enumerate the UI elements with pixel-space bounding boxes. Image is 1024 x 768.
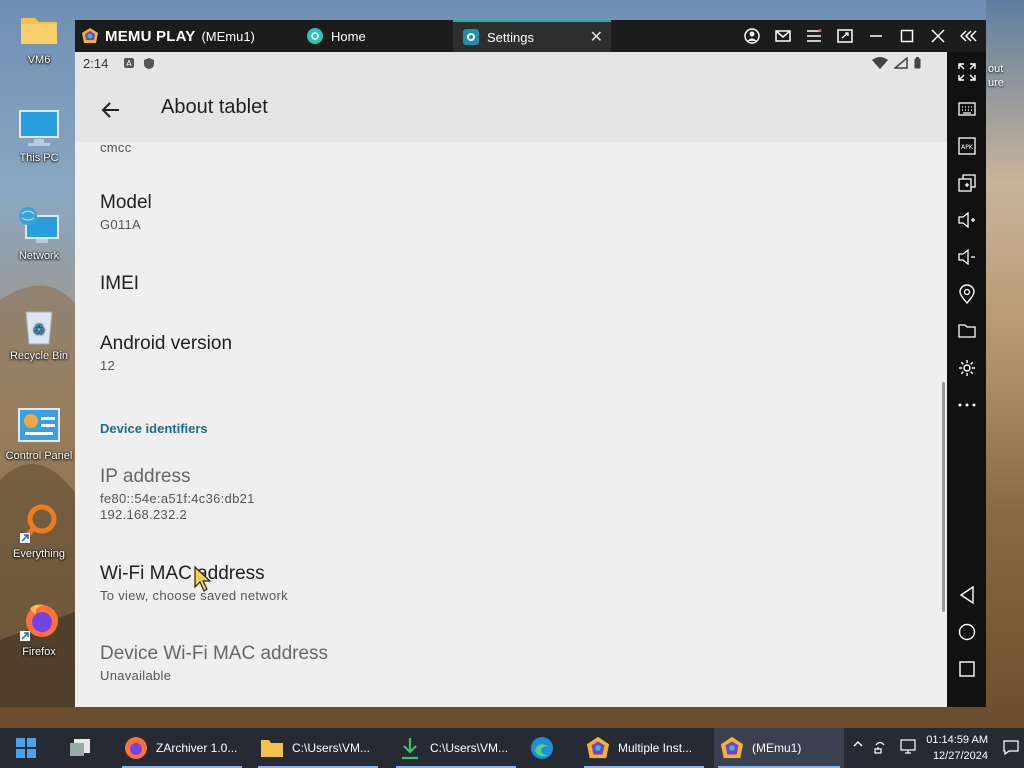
folder-share-icon[interactable]: [956, 320, 977, 341]
desktop-icon-everything[interactable]: Everything: [0, 504, 78, 560]
recycle-bin-icon: ♻: [17, 306, 61, 346]
close-window-icon[interactable]: [928, 27, 947, 46]
svg-text:APK: APK: [961, 144, 974, 151]
network-icon: [17, 206, 61, 246]
account-icon[interactable]: [742, 27, 761, 46]
minimize-icon[interactable]: [866, 27, 885, 46]
display-tray-icon[interactable]: [900, 738, 916, 754]
multi-window-icon[interactable]: [956, 172, 977, 193]
desktop-icon-recycle-bin[interactable]: ♻ Recycle Bin: [0, 306, 78, 362]
desktop-icon-control-panel[interactable]: Control Panel: [0, 406, 78, 462]
memu-brand: MEMU PLAY (MEmu1): [81, 26, 255, 46]
mouse-cursor-icon: [194, 565, 212, 592]
system-tray: [852, 738, 916, 754]
section-header-device-identifiers: Device identifiers: [100, 421, 208, 436]
close-tab-icon[interactable]: ✕: [590, 27, 603, 47]
status-time: 2:14: [83, 56, 109, 71]
list-item-ip-address[interactable]: IP address fe80::54e:a51f:4c36:db21 192.…: [100, 466, 255, 522]
task-view-button[interactable]: [62, 728, 112, 768]
signal-icon: [894, 57, 908, 69]
search-app-icon: [17, 504, 61, 544]
folder-icon: [17, 10, 61, 50]
more-icon[interactable]: [956, 394, 977, 415]
taskbar-item-explorer-1[interactable]: C:\Users\VM...: [254, 728, 382, 768]
start-button[interactable]: [8, 728, 48, 768]
menu-icon[interactable]: [804, 27, 823, 46]
taskbar-clock[interactable]: 01:14:59 AM 12/27/2024: [926, 732, 988, 764]
android-recents-icon[interactable]: [956, 658, 977, 679]
location-icon[interactable]: [956, 283, 977, 304]
settings-icon[interactable]: [956, 357, 977, 378]
memu-window: MEMU PLAY (MEmu1) Home Settings ✕ 2:14 A…: [75, 20, 986, 707]
volume-up-icon[interactable]: [956, 209, 977, 230]
firefox-taskbar-icon: [124, 736, 148, 760]
android-status-bar: 2:14 A: [75, 52, 947, 76]
android-home-icon[interactable]: [956, 621, 977, 642]
svg-text:A: A: [126, 59, 132, 68]
settings-gear-icon: [463, 29, 479, 45]
window-controls: [742, 20, 978, 52]
android-back-icon[interactable]: [956, 584, 977, 605]
taskbar-item-memu1[interactable]: (MEmu1): [714, 728, 844, 768]
apk-install-icon[interactable]: APK: [956, 135, 977, 156]
notification-icon[interactable]: [1002, 738, 1020, 759]
notification-a-icon: A: [124, 58, 134, 68]
chevron-up-icon[interactable]: [852, 738, 864, 750]
memu-multi-icon: [586, 736, 610, 760]
tab-settings[interactable]: Settings ✕: [453, 20, 611, 52]
folder-taskbar-icon: [260, 736, 284, 760]
list-item-model[interactable]: Model G011A: [100, 192, 152, 232]
android-screen: 2:14 A About tablet cmcc Model G011A IME…: [75, 52, 947, 707]
memu-titlebar: MEMU PLAY (MEmu1) Home Settings ✕: [75, 20, 986, 52]
desktop-icon-vm6[interactable]: VM6: [0, 10, 78, 66]
windows-logo-icon: [14, 736, 38, 760]
mail-icon[interactable]: [773, 27, 792, 46]
memu-toolbar: APK: [947, 52, 986, 707]
page-title: About tablet: [161, 96, 268, 118]
network-tray-icon[interactable]: [874, 738, 890, 754]
shield-icon: [144, 58, 154, 69]
app-bar: About tablet: [75, 76, 947, 142]
memu-taskbar-icon: [720, 736, 744, 760]
memu-logo-icon: [82, 28, 98, 43]
monitor-icon: [17, 108, 61, 148]
windows-taskbar: ZArchiver 1.0... C:\Users\VM... C:\Users…: [0, 728, 1024, 768]
wifi-icon: [872, 57, 888, 69]
home-app-icon: [307, 28, 323, 44]
back-arrow-icon[interactable]: [99, 98, 123, 122]
screen-mode-icon[interactable]: [835, 27, 854, 46]
taskbar-item-explorer-2[interactable]: C:\Users\VM...: [392, 728, 520, 768]
battery-icon: [914, 57, 921, 69]
firefox-icon: [17, 602, 61, 642]
keyboard-icon[interactable]: [956, 98, 977, 119]
list-item-device-wifi-mac[interactable]: Device Wi-Fi MAC address Unavailable: [100, 643, 328, 683]
tab-home[interactable]: Home: [297, 20, 449, 52]
volume-down-icon[interactable]: [956, 246, 977, 267]
desktop-icon-network[interactable]: Network: [0, 206, 78, 262]
maximize-icon[interactable]: [897, 27, 916, 46]
svg-text:♻: ♻: [33, 322, 46, 338]
fullscreen-icon[interactable]: [956, 61, 977, 82]
taskbar-item-zarchiver[interactable]: ZArchiver 1.0...: [118, 728, 246, 768]
list-item-operator[interactable]: cmcc: [100, 140, 132, 155]
collapse-sidebar-icon[interactable]: [959, 27, 978, 46]
control-panel-icon: [17, 406, 61, 446]
partial-desktop-label: out ure: [988, 63, 1004, 89]
desktop-icon-firefox[interactable]: Firefox: [0, 602, 78, 658]
task-view-icon: [68, 736, 92, 760]
list-item-android-version[interactable]: Android version 12: [100, 333, 232, 373]
edge-icon: [530, 736, 554, 760]
taskbar-item-edge[interactable]: [524, 728, 574, 768]
download-icon: [398, 736, 422, 760]
list-item-imei[interactable]: IMEI: [100, 273, 139, 295]
wallpaper-right-strip: [986, 0, 1024, 730]
taskbar-item-multiple-instances[interactable]: Multiple Inst...: [580, 728, 708, 768]
scrollbar[interactable]: [942, 382, 945, 612]
desktop-icon-this-pc[interactable]: This PC: [0, 108, 78, 164]
